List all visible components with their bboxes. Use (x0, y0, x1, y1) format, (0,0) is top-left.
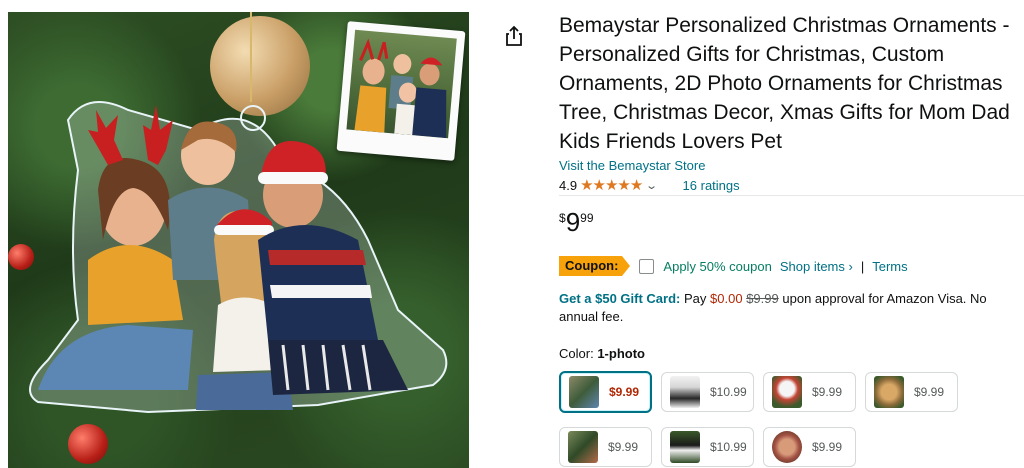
share-icon[interactable] (504, 25, 524, 47)
gift-card-link[interactable]: Get a $50 Gift Card: (559, 291, 680, 306)
red-bauble (68, 424, 108, 464)
separator: | (860, 258, 865, 274)
price-symbol: $ (559, 211, 566, 225)
shop-items-link[interactable]: Shop items › (780, 259, 853, 274)
divider (559, 195, 1024, 196)
store-link[interactable]: Visit the Bemaystar Store (559, 158, 705, 173)
rating-summary: 4.9 ★★★★★ ⌄ 16 ratings (559, 176, 740, 194)
variant-price: $9.99 (608, 440, 639, 454)
sample-photo-card (336, 21, 466, 161)
variant-swatch-3[interactable]: $9.99 (763, 372, 856, 412)
variant-swatch-7[interactable]: $9.99 (763, 427, 856, 467)
variant-price: $9.99 (609, 385, 640, 399)
variant-thumbnail (670, 376, 700, 408)
variant-price: $9.99 (812, 385, 843, 399)
color-selected-value: 1-photo (597, 346, 645, 361)
gift-original-price: $9.99 (746, 291, 779, 306)
coupon-badge: Coupon: (559, 256, 631, 276)
rating-value: 4.9 (559, 177, 578, 193)
variant-price: $9.99 (914, 385, 945, 399)
coupon-checkbox[interactable] (639, 258, 655, 274)
gift-pay-amount: $0.00 (710, 291, 743, 306)
sample-photo (346, 29, 457, 139)
variant-swatch-5[interactable]: $9.99 (559, 427, 652, 467)
variant-thumbnail (569, 376, 599, 408)
terms-link[interactable]: Terms (872, 259, 907, 274)
gift-pay-text: Pay (684, 291, 707, 306)
variant-thumbnail (568, 431, 598, 463)
ornament-string (250, 12, 252, 102)
variant-swatch-2[interactable]: $10.99 (661, 372, 754, 412)
variant-thumbnail (874, 376, 904, 408)
variant-price: $10.99 (710, 440, 747, 454)
star-rating-icon[interactable]: ★★★★★ (580, 176, 643, 194)
coupon-row: Coupon: Apply 50% coupon Shop items › | … (559, 256, 908, 276)
variant-swatch-4[interactable]: $9.99 (865, 372, 958, 412)
product-main-image[interactable] (8, 12, 469, 468)
color-label: Color: (559, 346, 594, 361)
variant-thumbnail (772, 431, 802, 463)
variant-swatch-1[interactable]: $9.99 (559, 371, 652, 413)
variant-price: $9.99 (812, 440, 843, 454)
ratings-count-link[interactable]: 16 ratings (683, 178, 740, 193)
variant-thumbnail (670, 431, 700, 463)
product-title: Bemaystar Personalized Christmas Ornamen… (559, 14, 1010, 153)
variant-price: $10.99 (710, 385, 747, 399)
apply-coupon-label[interactable]: Apply 50% coupon (663, 259, 771, 274)
price-whole: 9 (565, 207, 581, 237)
chevron-down-icon[interactable]: ⌄ (645, 179, 658, 192)
variant-thumbnail (772, 376, 802, 408)
price: $ 9 99 (559, 207, 594, 237)
gift-card-offer: Get a $50 Gift Card: Pay $0.00 $9.99 upo… (559, 290, 1024, 326)
color-selector-label: Color: 1-photo (559, 346, 645, 361)
variant-swatch-6[interactable]: $10.99 (661, 427, 754, 467)
price-fraction: 99 (580, 211, 594, 225)
